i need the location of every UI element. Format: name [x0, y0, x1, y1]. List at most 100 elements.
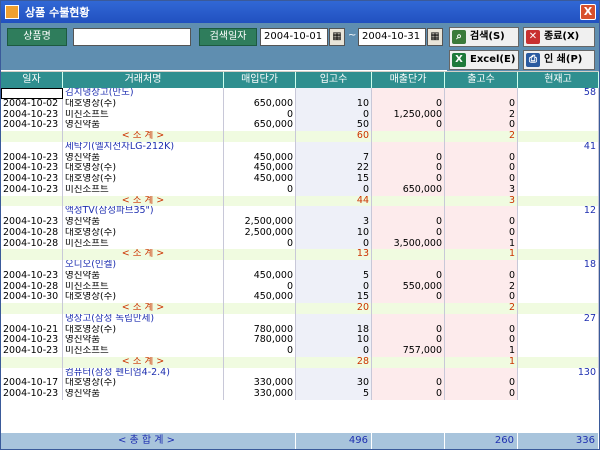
table-row[interactable]: 2004-10-21 대호영상(주) 780,000 18 0 0 — [1, 324, 599, 336]
cell-client: 대호영상(주) — [63, 174, 224, 185]
subtotal-row[interactable]: < 소 계 > 60 2 — [1, 131, 599, 142]
search-button[interactable]: ⌕ 검색(S) — [449, 27, 519, 47]
table-row[interactable]: 2004-10-17 대호영상(주) 330,000 30 0 0 — [1, 378, 599, 389]
cell-purchase-price: 650,000 — [224, 98, 296, 110]
cell-sale-price — [372, 367, 445, 379]
table-row[interactable]: 2004-10-23 대호영상(주) 450,000 22 0 0 — [1, 163, 599, 174]
cell-purchase-price — [224, 367, 296, 379]
col-header-in-qty[interactable]: 입고수 — [296, 72, 372, 88]
cell-client: 대호영상(주) — [63, 98, 224, 110]
product-name-label: 상품명 — [7, 28, 67, 46]
col-header-out-qty[interactable]: 출고수 — [445, 72, 518, 88]
col-header-sale-price[interactable]: 매출단가 — [372, 72, 445, 88]
cell-stock — [518, 378, 599, 389]
product-group-row[interactable]: 오디오(인켈) 18 — [1, 260, 599, 271]
product-name-input[interactable] — [73, 28, 191, 46]
cell-out-qty — [445, 260, 518, 271]
print-button[interactable]: ⎙ 인 쇄(P) — [523, 50, 595, 70]
cell-client: 미진소프트 — [63, 346, 224, 357]
table-row[interactable]: 2004-10-23 영진약품 650,000 50 0 0 — [1, 120, 599, 131]
cell-sale-price: 0 — [372, 217, 445, 228]
cell-date: 2004-10-23 — [1, 346, 63, 357]
cell-client: 영진약품 — [63, 152, 224, 164]
product-group-row[interactable]: 냉장고(삼성 독립만세) 27 — [1, 313, 599, 325]
col-header-stock[interactable]: 현재고 — [518, 72, 599, 88]
calendar-from-icon[interactable]: ▦ — [329, 28, 345, 46]
table-row[interactable]: 2004-10-23 영진약품 2,500,000 3 0 0 — [1, 217, 599, 228]
cell-in-qty: 0 — [296, 238, 372, 250]
table-row[interactable]: 2004-10-23 영진약품 450,000 5 0 0 — [1, 270, 599, 282]
table-row[interactable]: 2004-10-23 영진약품 330,000 5 0 0 — [1, 389, 599, 400]
col-header-date[interactable]: 일자 — [1, 72, 63, 88]
cell-in-qty — [296, 367, 372, 379]
cell-date — [1, 356, 63, 368]
cell-sale-price — [372, 206, 445, 217]
cell-stock — [518, 227, 599, 239]
product-group-row[interactable]: 김치냉장고(만도) 58 — [1, 88, 599, 99]
grand-total-in: 496 — [296, 433, 372, 449]
cell-stock — [518, 356, 599, 368]
cell-stock — [518, 324, 599, 336]
window-title: 상품 수불현황 — [25, 6, 90, 19]
cell-purchase-price — [224, 206, 296, 217]
product-group-row[interactable]: 컴퓨터(삼성 펜티엄4-2.4) 130 — [1, 367, 599, 379]
cell-stock: 41 — [518, 141, 599, 153]
cell-purchase-price — [224, 260, 296, 271]
search-icon: ⌕ — [452, 30, 466, 44]
table-row[interactable]: 2004-10-23 영진약품 450,000 7 0 0 — [1, 152, 599, 164]
cell-stock: 18 — [518, 260, 599, 271]
subtotal-row[interactable]: < 소 계 > 28 1 — [1, 356, 599, 368]
print-button-label: 인 쇄(P) — [544, 54, 583, 65]
table-row[interactable]: 2004-10-28 대호영상(주) 2,500,000 10 0 0 — [1, 227, 599, 239]
cell-date: 2004-10-23 — [1, 163, 63, 174]
grand-total-stock: 336 — [518, 433, 599, 449]
cell-sale-price: 0 — [372, 152, 445, 164]
cell-in-qty: 13 — [296, 249, 372, 260]
cell-out-qty — [445, 367, 518, 379]
table-row[interactable]: 2004-10-23 미진소프트 0 0 1,250,000 2 — [1, 109, 599, 121]
print-icon: ⎙ — [526, 53, 540, 67]
table-row[interactable]: 2004-10-23 미진소프트 0 0 650,000 3 — [1, 184, 599, 196]
cell-out-qty: 0 — [445, 335, 518, 346]
cell-sale-price: 1,250,000 — [372, 109, 445, 121]
product-group-row[interactable]: 세탁기(엘지전자LG-212K) 41 — [1, 141, 599, 153]
grid-header: 일자 거래처명 매입단가 입고수 매출단가 출고수 현재고 — [1, 72, 599, 88]
table-row[interactable]: 2004-10-23 영진약품 780,000 10 0 0 — [1, 335, 599, 346]
subtotal-row[interactable]: < 소 계 > 44 3 — [1, 195, 599, 207]
subtotal-row[interactable]: < 소 계 > 20 2 — [1, 303, 599, 314]
table-row[interactable]: 2004-10-30 대호영상(주) 450,000 15 0 0 — [1, 292, 599, 303]
cell-stock — [518, 174, 599, 185]
close-window-button[interactable]: X — [580, 4, 596, 20]
table-row[interactable]: 2004-10-28 미진소프트 0 0 550,000 2 — [1, 281, 599, 293]
cell-out-qty: 0 — [445, 324, 518, 336]
search-button-label: 검색(S) — [470, 31, 505, 42]
cell-sale-price — [372, 303, 445, 314]
exit-button[interactable]: ✕ 종료(X) — [523, 27, 595, 47]
table-row[interactable]: 2004-10-28 미진소프트 0 0 3,500,000 1 — [1, 238, 599, 250]
excel-button[interactable]: X Excel(E) — [449, 50, 519, 70]
cell-client: 대호영상(주) — [63, 292, 224, 303]
cell-client: 냉장고(삼성 독립만세) — [63, 313, 224, 325]
table-row[interactable]: 2004-10-23 미진소프트 0 0 757,000 1 — [1, 346, 599, 357]
cell-date: 2004-10-30 — [1, 292, 63, 303]
table-row[interactable]: 2004-10-02 대호영상(주) 650,000 10 0 0 — [1, 98, 599, 110]
subtotal-row[interactable]: < 소 계 > 13 1 — [1, 249, 599, 260]
col-header-client[interactable]: 거래처명 — [63, 72, 224, 88]
calendar-to-icon[interactable]: ▦ — [427, 28, 443, 46]
cell-date — [1, 131, 63, 142]
cell-client: 대호영상(주) — [63, 378, 224, 389]
cell-purchase-price — [224, 141, 296, 153]
date-to-input[interactable]: 2004-10-31 — [358, 28, 426, 46]
cell-client: 대호영상(주) — [63, 324, 224, 336]
cell-purchase-price: 0 — [224, 346, 296, 357]
cell-out-qty: 0 — [445, 378, 518, 389]
table-row[interactable]: 2004-10-23 대호영상(주) 450,000 15 0 0 — [1, 174, 599, 185]
cell-purchase-price — [224, 88, 296, 99]
stock-grid[interactable]: 김치냉장고(만도) 58 2004-10-02 대호영상(주) 650,000 10 0 0 2… — [1, 88, 599, 433]
date-from-input[interactable]: 2004-10-01 — [260, 28, 328, 46]
cell-in-qty — [296, 260, 372, 271]
product-group-row[interactable]: 액정TV(삼성파브35") 12 — [1, 206, 599, 217]
cell-purchase-price: 780,000 — [224, 324, 296, 336]
cell-purchase-price: 330,000 — [224, 378, 296, 389]
col-header-purchase-price[interactable]: 매입단가 — [224, 72, 296, 88]
